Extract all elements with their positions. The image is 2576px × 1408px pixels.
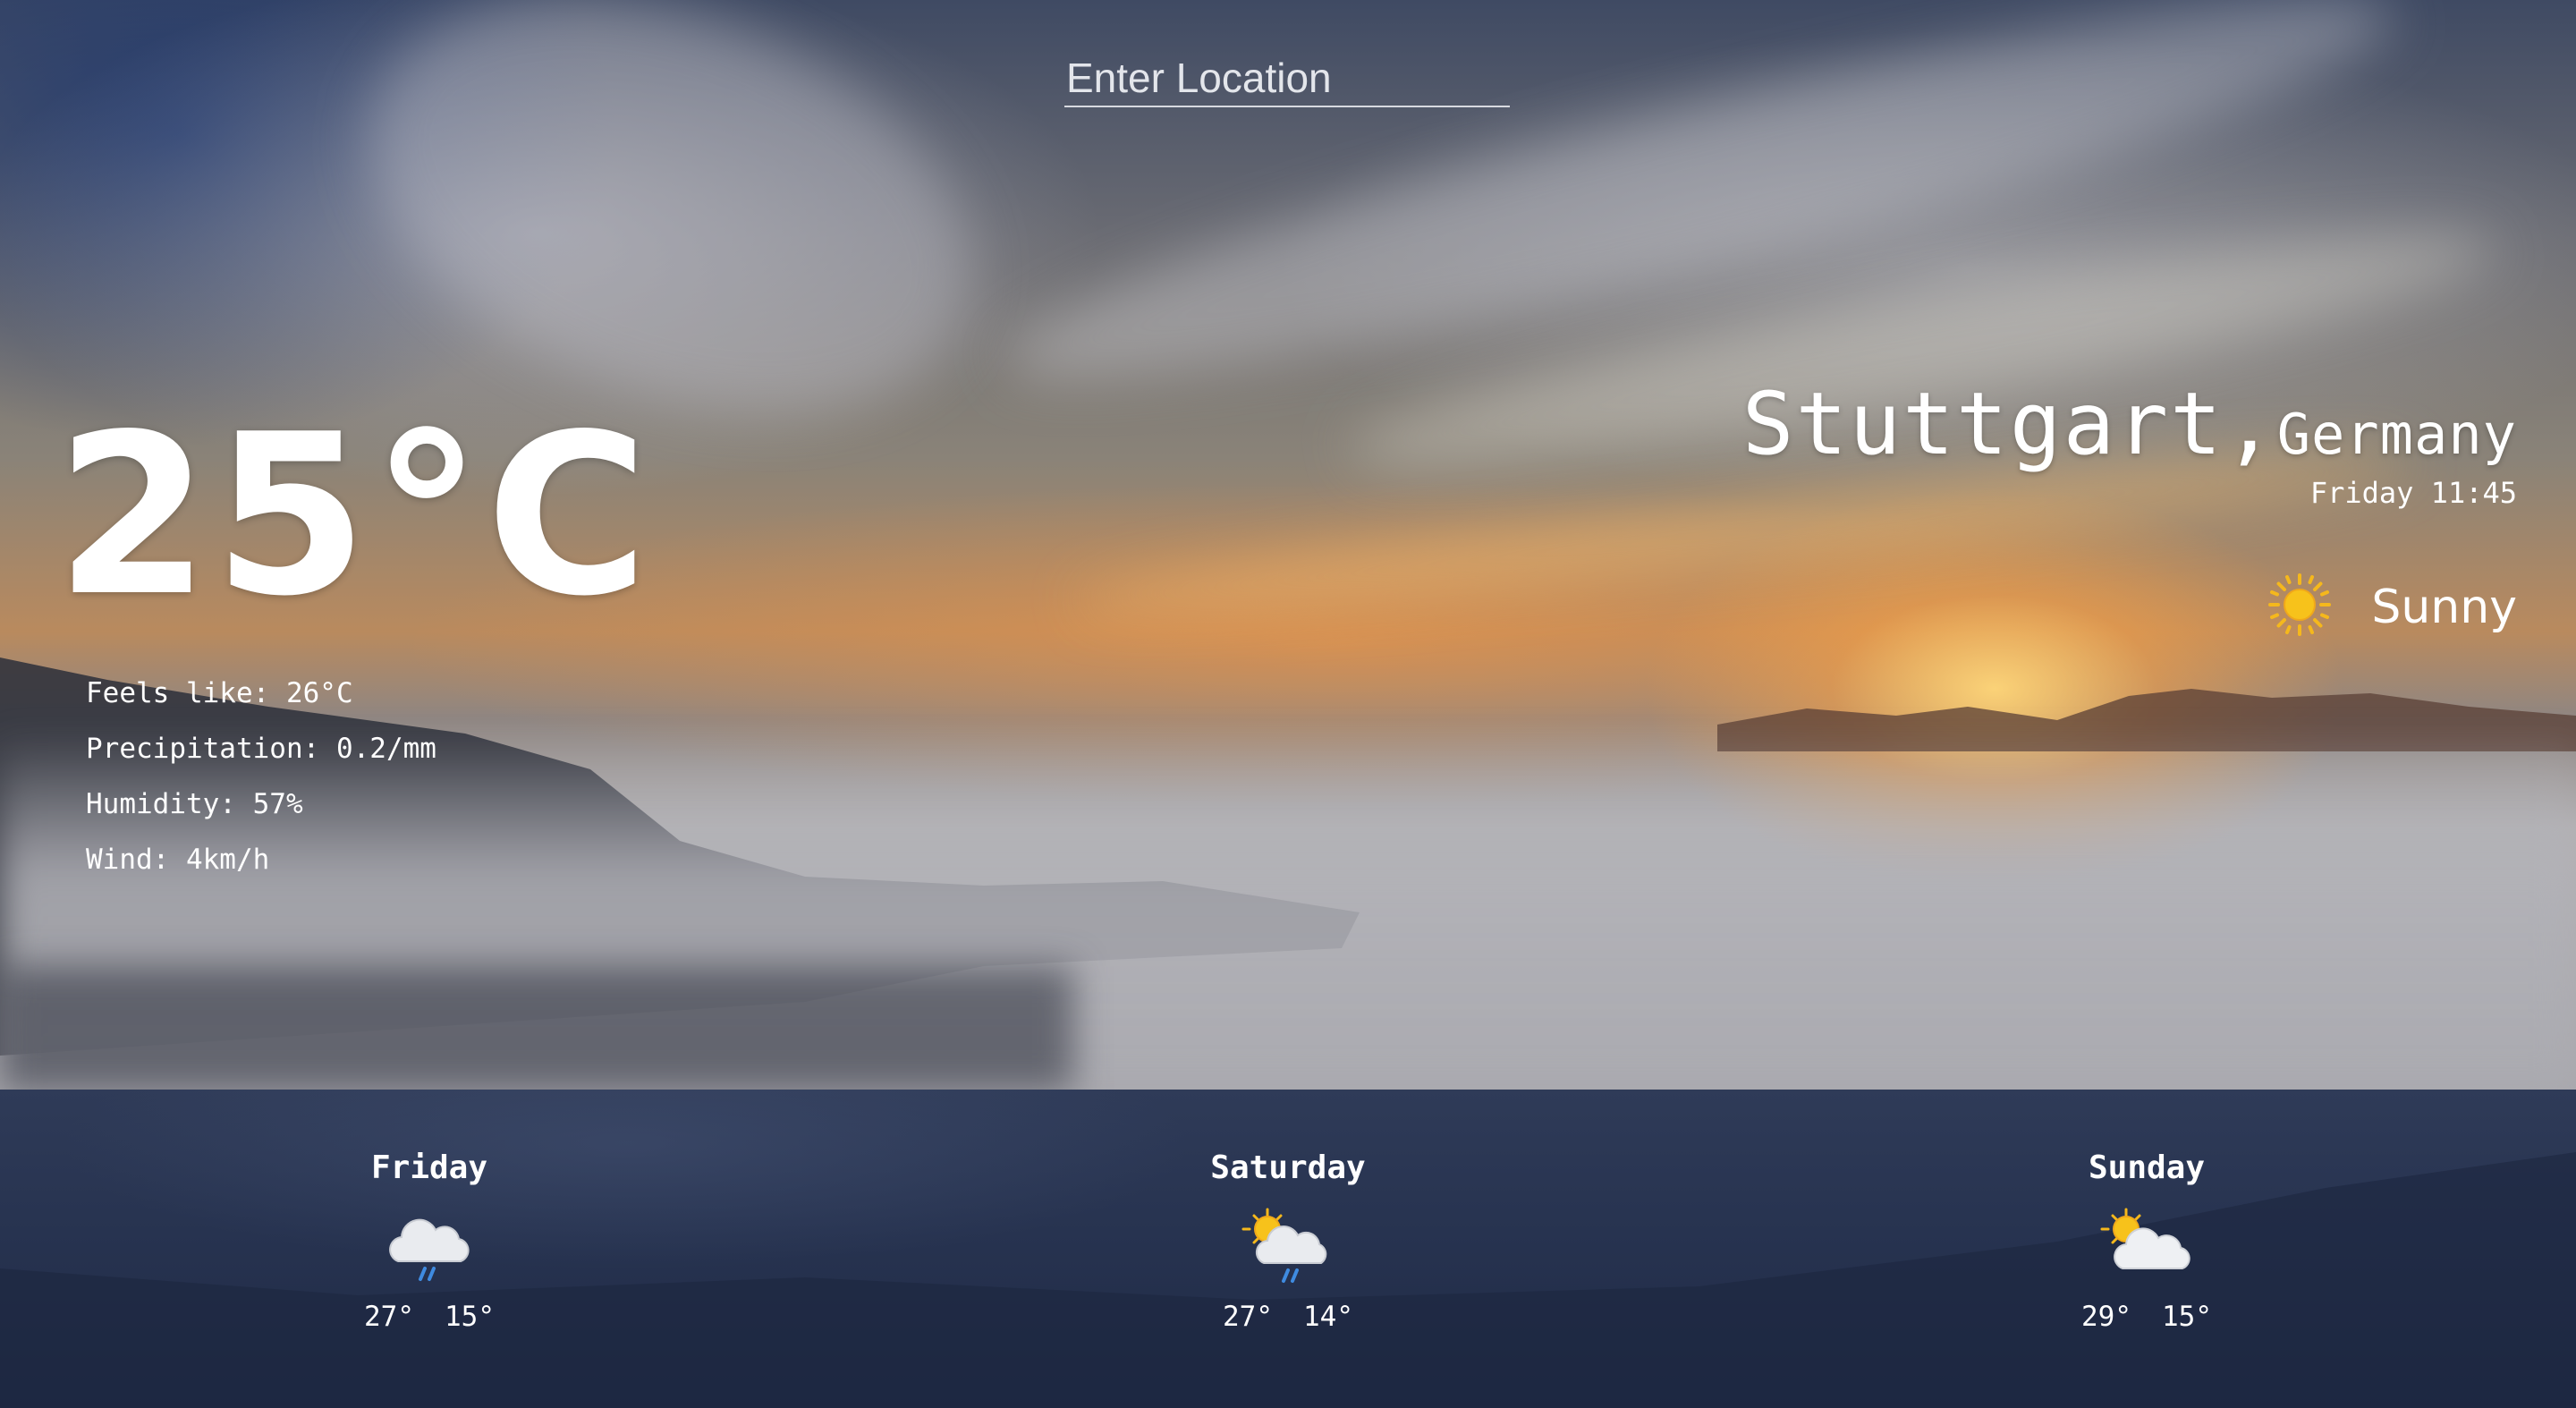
forecast-low: 15°: [2162, 1301, 2212, 1333]
cloud-rain-icon: [380, 1204, 479, 1293]
current-condition: Sunny: [2267, 573, 2517, 641]
humidity-text: Humidity: 57%: [86, 788, 303, 820]
local-datetime: Friday 11:45: [2309, 476, 2517, 510]
precipitation-text: Precipitation: 0.2/mm: [86, 733, 436, 765]
search-field[interactable]: [1064, 50, 1510, 107]
forecast-high: 27°: [364, 1301, 414, 1333]
condition-label: Sunny: [2371, 580, 2517, 634]
forecast-day-friday: Friday 27° 15°: [295, 1149, 564, 1335]
location-search-input[interactable]: [1064, 50, 1510, 106]
wind-text: Wind: 4km/h: [86, 844, 270, 876]
forecast-day-name: Sunday: [2088, 1149, 2206, 1186]
forecast-temps: 27° 15°: [295, 1299, 564, 1335]
city-name: Stuttgart,: [1741, 374, 2277, 474]
current-temperature: 25°C: [55, 387, 653, 645]
sun-icon: [2267, 573, 2332, 641]
country-name: Germany: [2276, 402, 2517, 467]
forecast-day-saturday: Saturday 27° 14°: [1154, 1149, 1422, 1335]
sun-cloud-rain-icon: [1239, 1204, 1337, 1293]
forecast-low: 15°: [445, 1301, 495, 1333]
forecast-temps: 27° 14°: [1154, 1299, 1422, 1335]
forecast-day-name: Saturday: [1210, 1149, 1366, 1186]
forecast-day-name: Friday: [370, 1149, 488, 1186]
forecast-day-sunday: Sunday 29° 15°: [2012, 1149, 2281, 1335]
weather-app: 25°C Feels like: 26°C Precipitation: 0.2…: [0, 0, 2576, 1408]
forecast-low: 14°: [1303, 1301, 1353, 1333]
forecast-high: 27°: [1223, 1301, 1273, 1333]
forecast-temps: 29° 15°: [2012, 1299, 2281, 1335]
forecast-high: 29°: [2081, 1301, 2131, 1333]
location-heading: Stuttgart,Germany: [1742, 374, 2517, 474]
sun-cloud-icon: [2097, 1204, 2196, 1293]
weather-details: Feels like: 26°C Precipitation: 0.2/mm H…: [86, 673, 436, 895]
feels-like-text: Feels like: 26°C: [86, 677, 353, 709]
forecast-panel: Friday 27° 15° Saturday 27° 14° Sunday 2…: [0, 1090, 2576, 1408]
